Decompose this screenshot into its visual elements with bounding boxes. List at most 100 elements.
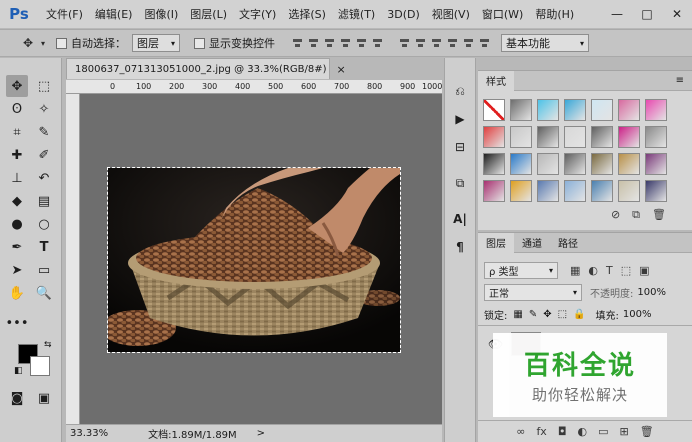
menu-type[interactable]: 文字(Y) [239,6,276,22]
align-hcenter-icon[interactable] [355,36,368,50]
align-left-icon[interactable] [339,36,352,50]
move-tool-icon[interactable]: ✥ [6,75,28,97]
style-swatch[interactable] [618,99,640,121]
history-brush-tool-icon[interactable]: ↶ [33,167,55,189]
close-window-button[interactable]: ✕ [662,4,692,24]
filter-pixel-icon[interactable]: ▦ [570,264,580,277]
document-canvas[interactable] [107,167,401,353]
swap-colors-icon[interactable]: ⇆ [44,340,52,350]
style-swatch[interactable] [564,153,586,175]
menu-image[interactable]: 图像(I) [144,6,178,22]
menu-window[interactable]: 窗口(W) [482,6,523,22]
history-panel-icon[interactable]: ⎌ [448,80,472,102]
paragraph-panel-icon[interactable]: ¶ [448,236,472,258]
style-swatch[interactable] [510,180,532,202]
minimize-button[interactable]: — [602,4,632,24]
adjustments-panel-icon[interactable]: ⧉ [448,172,472,194]
style-swatch[interactable] [510,99,532,121]
actions-panel-icon[interactable]: ▶ [448,108,472,130]
align-right-icon[interactable] [371,36,384,50]
opacity-value[interactable]: 100% [637,287,666,298]
menu-filter[interactable]: 滤镜(T) [338,6,375,22]
quick-mask-icon[interactable]: ◙ [6,387,28,409]
menu-edit[interactable]: 编辑(E) [95,6,133,22]
style-swatch[interactable] [510,126,532,148]
style-swatch[interactable] [618,180,640,202]
tab-layers[interactable]: 图层 [478,232,514,253]
eraser-tool-icon[interactable]: ◆ [6,190,28,212]
filter-smart-object-icon[interactable]: ▣ [639,264,649,277]
style-swatch[interactable] [645,99,667,121]
menu-file[interactable]: 文件(F) [46,6,83,22]
style-swatch[interactable] [645,153,667,175]
add-mask-icon[interactable]: ◘ [558,425,567,438]
layer-style-icon[interactable]: fx [536,425,546,438]
workspace-dropdown[interactable]: 基本功能 ▾ [501,34,589,52]
delete-style-icon[interactable]: 🗑 [652,208,666,222]
style-swatch[interactable] [645,180,667,202]
style-swatch[interactable] [483,126,505,148]
menu-select[interactable]: 选择(S) [288,6,326,22]
close-document-icon[interactable]: × [337,63,346,76]
style-swatch[interactable] [645,126,667,148]
style-swatch[interactable] [483,99,505,121]
align-vcenter-icon[interactable] [307,36,320,50]
status-menu-arrow[interactable]: > [257,428,265,439]
tab-paths[interactable]: 路径 [550,233,586,253]
distribute-right-icon[interactable] [478,36,491,50]
style-swatch[interactable] [537,99,559,121]
zoom-tool-icon[interactable]: 🔍 [33,282,55,304]
style-swatch[interactable] [483,180,505,202]
lock-pixels-icon[interactable]: ▦ [513,309,522,320]
tab-styles[interactable]: 样式 [478,70,514,91]
align-top-icon[interactable] [291,36,304,50]
type-tool-icon[interactable]: T [33,236,55,258]
path-selection-tool-icon[interactable]: ➤ [6,259,28,281]
delete-layer-icon[interactable]: 🗑 [640,425,654,438]
fill-value[interactable]: 100% [623,309,652,320]
new-layer-icon[interactable]: ⊞ [620,425,629,438]
link-layers-icon[interactable]: ∞ [516,425,525,438]
menu-help[interactable]: 帮助(H) [535,6,574,22]
auto-select-dropdown[interactable]: 图层 ▾ [132,34,180,52]
lock-all-icon[interactable]: 🔒 [573,309,585,320]
document-tab[interactable]: 1800637_071313051000_2.jpg @ 33.3%(RGB/8… [66,58,346,79]
adjustment-layer-icon[interactable]: ◐ [578,425,588,438]
lock-paint-icon[interactable]: ✎ [529,309,537,320]
character-panel-icon[interactable]: A| [448,208,472,230]
blend-mode-dropdown[interactable]: 正常 ▾ [484,283,582,301]
lock-artboard-icon[interactable]: ⬚ [558,309,567,320]
distribute-bottom-icon[interactable] [430,36,443,50]
filter-shape-icon[interactable]: ⬚ [621,264,631,277]
style-swatch[interactable] [510,153,532,175]
clear-style-icon[interactable]: ⊘ [611,208,620,222]
style-swatch[interactable] [537,180,559,202]
style-swatch[interactable] [564,180,586,202]
gradient-tool-icon[interactable]: ▤ [33,190,55,212]
style-swatch[interactable] [591,126,613,148]
magic-wand-tool-icon[interactable]: ✧ [33,98,55,120]
distribute-left-icon[interactable] [446,36,459,50]
dodge-tool-icon[interactable]: ○ [33,213,55,235]
distribute-top-icon[interactable] [398,36,411,50]
style-swatch[interactable] [591,180,613,202]
style-swatch[interactable] [591,99,613,121]
tool-preset-chevron-icon[interactable]: ▾ [38,33,48,53]
menu-3d[interactable]: 3D(D) [387,8,420,21]
distribute-hcenter-icon[interactable] [462,36,475,50]
eyedropper-tool-icon[interactable]: ✎ [33,121,55,143]
lock-position-icon[interactable]: ✥ [543,309,551,320]
hand-tool-icon[interactable]: ✋ [6,282,28,304]
menu-layer[interactable]: 图层(L) [190,6,227,22]
style-swatch[interactable] [564,99,586,121]
auto-select-checkbox[interactable] [56,37,67,49]
clone-stamp-tool-icon[interactable]: ⊥ [6,167,28,189]
maximize-button[interactable]: □ [632,4,662,24]
align-bottom-icon[interactable] [323,36,336,50]
properties-panel-icon[interactable]: ⊟ [448,136,472,158]
move-tool-icon[interactable]: ✥ [18,33,38,53]
pen-tool-icon[interactable]: ✒ [6,236,28,258]
show-transform-checkbox[interactable] [194,37,205,49]
screen-mode-icon[interactable]: ▣ [33,387,55,409]
brush-tool-icon[interactable]: ✐ [33,144,55,166]
